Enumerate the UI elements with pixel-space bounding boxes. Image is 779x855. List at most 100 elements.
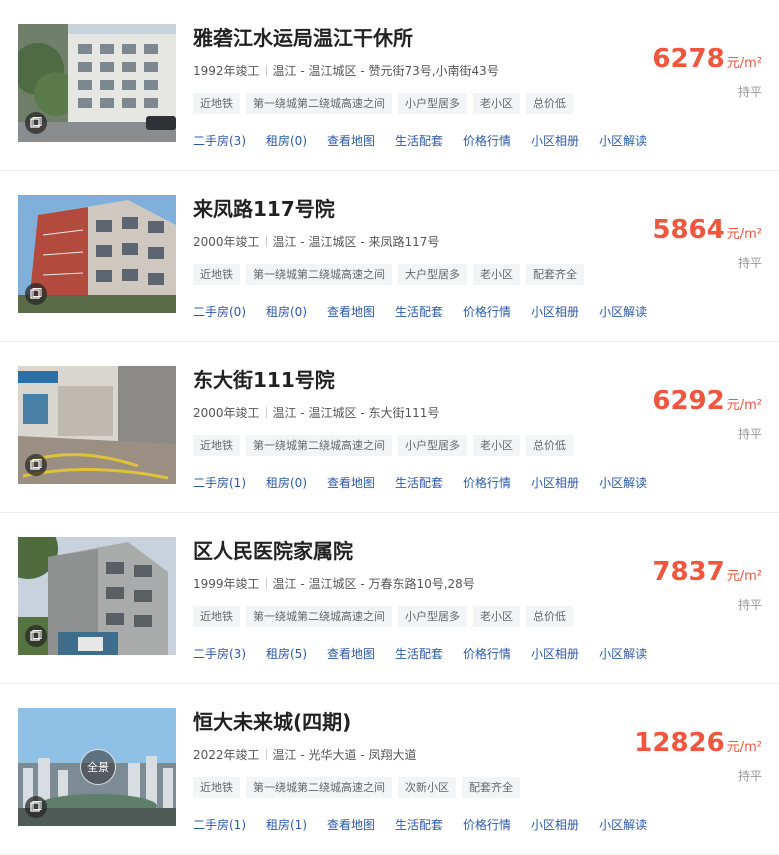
- tag: 总价低: [526, 93, 573, 114]
- community-title[interactable]: 东大街111号院: [193, 364, 335, 393]
- community-location: 温江 - 温江城区 - 来凤路117号: [272, 235, 440, 249]
- community-item: 区人民医院家属院 1999年竣工 温江 - 温江城区 - 万春东路10号,28号 …: [0, 513, 779, 684]
- tag: 第一绕城第二绕城高速之间: [246, 777, 392, 798]
- tag: 小户型居多: [398, 435, 467, 456]
- tag-list: 近地铁 第一绕城第二绕城高速之间 大户型居多 老小区 配套齐全: [193, 263, 590, 285]
- community-links: 二手房(1) 租房(0) 查看地图 生活配套 价格行情 小区相册 小区解读: [193, 472, 667, 491]
- price-value: 6278: [652, 44, 725, 74]
- tag: 老小区: [473, 435, 520, 456]
- link-map[interactable]: 查看地图: [327, 645, 375, 662]
- community-meta: 1992年竣工 温江 - 温江城区 - 赞元街73号,小南街43号: [193, 62, 499, 79]
- link-map[interactable]: 查看地图: [327, 474, 375, 491]
- tag: 配套齐全: [462, 777, 520, 798]
- link-secondhand[interactable]: 二手房(3): [193, 645, 246, 662]
- tag: 近地铁: [193, 777, 240, 798]
- tag: 小户型居多: [398, 606, 467, 627]
- tag: 配套齐全: [526, 264, 584, 285]
- tag: 第一绕城第二绕城高速之间: [246, 264, 392, 285]
- community-photo[interactable]: [18, 195, 176, 313]
- community-item: 来凤路117号院 2000年竣工 温江 - 温江城区 - 来凤路117号 近地铁第…: [0, 171, 779, 342]
- community-meta: 2000年竣工 温江 - 温江城区 - 东大街111号: [193, 404, 439, 421]
- build-year: 2000年竣工: [193, 235, 260, 249]
- link-price-trend[interactable]: 价格行情: [463, 132, 511, 149]
- divider: [265, 749, 267, 760]
- price-unit: 元/m²: [726, 569, 762, 584]
- community-photo[interactable]: [18, 537, 176, 655]
- community-location: 温江 - 光华大道 - 凤翔大道: [272, 748, 417, 762]
- link-analysis[interactable]: 小区解读: [599, 816, 647, 833]
- average-price: 12826 元/m²: [634, 728, 762, 758]
- tag: 总价低: [526, 606, 573, 627]
- link-amenities[interactable]: 生活配套: [395, 303, 443, 320]
- community-title[interactable]: 恒大未来城(四期): [193, 706, 351, 735]
- tag: 次新小区: [398, 777, 456, 798]
- link-rent[interactable]: 租房(0): [266, 474, 307, 491]
- link-amenities[interactable]: 生活配套: [395, 474, 443, 491]
- link-analysis[interactable]: 小区解读: [599, 474, 647, 491]
- community-title[interactable]: 区人民医院家属院: [193, 535, 353, 564]
- tag: 大户型居多: [398, 264, 467, 285]
- link-secondhand[interactable]: 二手房(0): [193, 303, 246, 320]
- link-album[interactable]: 小区相册: [531, 132, 579, 149]
- community-photo[interactable]: [18, 366, 176, 484]
- community-title[interactable]: 来凤路117号院: [193, 193, 335, 222]
- community-title[interactable]: 雅砻江水运局温江干休所: [193, 22, 413, 51]
- tag: 近地铁: [193, 435, 240, 456]
- community-links: 二手房(3) 租房(0) 查看地图 生活配套 价格行情 小区相册 小区解读: [193, 130, 667, 149]
- link-map[interactable]: 查看地图: [327, 132, 375, 149]
- tag-list: 近地铁 第一绕城第二绕城高速之间 小户型居多 老小区 总价低: [193, 605, 579, 627]
- link-rent[interactable]: 租房(5): [266, 645, 307, 662]
- community-location: 温江 - 温江城区 - 东大街111号: [272, 406, 440, 420]
- tag: 老小区: [473, 606, 520, 627]
- link-rent[interactable]: 租房(0): [266, 303, 307, 320]
- link-analysis[interactable]: 小区解读: [599, 303, 647, 320]
- link-secondhand[interactable]: 二手房(1): [193, 816, 246, 833]
- link-album[interactable]: 小区相册: [531, 303, 579, 320]
- community-item: 全景 恒大未来城(四期) 2022年竣工 温江 - 光华大道 - 凤翔大道 近地铁…: [0, 684, 779, 855]
- community-links: 二手房(3) 租房(5) 查看地图 生活配套 价格行情 小区相册 小区解读: [193, 643, 667, 662]
- link-album[interactable]: 小区相册: [531, 474, 579, 491]
- panorama-icon[interactable]: 全景: [80, 749, 116, 785]
- link-analysis[interactable]: 小区解读: [599, 645, 647, 662]
- price-unit: 元/m²: [726, 56, 762, 71]
- tag: 近地铁: [193, 606, 240, 627]
- community-links: 二手房(1) 租房(1) 查看地图 生活配套 价格行情 小区相册 小区解读: [193, 814, 667, 833]
- link-amenities[interactable]: 生活配套: [395, 816, 443, 833]
- price-unit: 元/m²: [726, 740, 762, 755]
- tag-list: 近地铁 第一绕城第二绕城高速之间 小户型居多 老小区 总价低: [193, 434, 579, 456]
- photo-album-icon: [25, 112, 47, 134]
- build-year: 1992年竣工: [193, 64, 260, 78]
- price-trend: 持平: [737, 427, 762, 441]
- community-item: 雅砻江水运局温江干休所 1992年竣工 温江 - 温江城区 - 赞元街73号,小南…: [0, 0, 779, 171]
- link-price-trend[interactable]: 价格行情: [463, 474, 511, 491]
- link-amenities[interactable]: 生活配套: [395, 132, 443, 149]
- average-price: 6278 元/m²: [652, 44, 762, 74]
- link-analysis[interactable]: 小区解读: [599, 132, 647, 149]
- tag: 近地铁: [193, 264, 240, 285]
- price-unit: 元/m²: [726, 398, 762, 413]
- photo-album-icon: [25, 796, 47, 818]
- link-album[interactable]: 小区相册: [531, 645, 579, 662]
- community-photo[interactable]: 全景: [18, 708, 176, 826]
- tag: 老小区: [473, 93, 520, 114]
- link-price-trend[interactable]: 价格行情: [463, 816, 511, 833]
- price-trend: 持平: [737, 85, 762, 99]
- price-value: 6292: [652, 386, 725, 416]
- link-rent[interactable]: 租房(1): [266, 816, 307, 833]
- link-album[interactable]: 小区相册: [531, 816, 579, 833]
- link-map[interactable]: 查看地图: [327, 816, 375, 833]
- link-price-trend[interactable]: 价格行情: [463, 303, 511, 320]
- price-value: 12826: [634, 728, 725, 758]
- divider: [265, 407, 267, 418]
- link-price-trend[interactable]: 价格行情: [463, 645, 511, 662]
- link-secondhand[interactable]: 二手房(3): [193, 132, 246, 149]
- community-list: 雅砻江水运局温江干休所 1992年竣工 温江 - 温江城区 - 赞元街73号,小南…: [0, 0, 779, 855]
- community-links: 二手房(0) 租房(0) 查看地图 生活配套 价格行情 小区相册 小区解读: [193, 301, 667, 320]
- community-photo[interactable]: [18, 24, 176, 142]
- link-secondhand[interactable]: 二手房(1): [193, 474, 246, 491]
- price-trend: 持平: [737, 769, 762, 783]
- link-amenities[interactable]: 生活配套: [395, 645, 443, 662]
- link-map[interactable]: 查看地图: [327, 303, 375, 320]
- community-meta: 2022年竣工 温江 - 光华大道 - 凤翔大道: [193, 746, 416, 763]
- link-rent[interactable]: 租房(0): [266, 132, 307, 149]
